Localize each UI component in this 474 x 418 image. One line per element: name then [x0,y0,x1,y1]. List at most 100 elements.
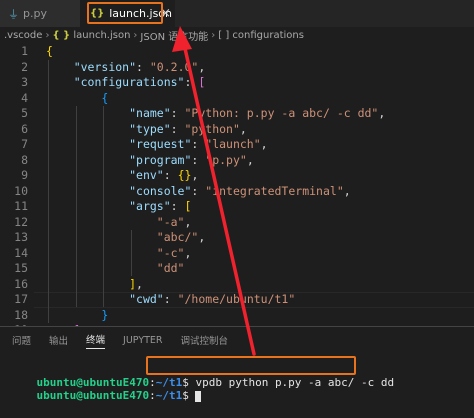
code-token: , [184,245,192,260]
code-token: "python" [184,121,240,136]
code-token: "-a" [156,214,185,229]
code-token: : [170,199,185,213]
json-braces-icon: { } [52,30,71,41]
terminal-line[interactable]: ubuntu@ubuntuE470:~/t1$ [10,376,202,415]
code-token: , [198,230,206,244]
code-token: "dd" [156,261,185,275]
code-line: "args": [ [46,199,385,215]
code-token: : [136,59,150,74]
panel-tab[interactable]: 问题 [12,333,31,347]
panel-tab[interactable]: 终端 [86,332,106,349]
code-token: : [191,137,206,151]
line-number: 5 [21,106,28,120]
line-number: 7 [21,137,28,151]
code-token: , [198,59,206,74]
code-token: : [184,75,199,89]
code-token: "name" [129,106,171,120]
breadcrumb-folder[interactable]: .vscode [4,30,42,41]
code-token: , [378,106,386,120]
code-line: { [46,44,385,60]
line-number: 14 [14,245,28,260]
breadcrumb-section[interactable]: JSON 语言功能 [140,28,208,43]
code-token: : [170,106,185,120]
panel-tab[interactable]: 输出 [49,333,68,347]
line-number: 9 [21,168,28,182]
code-token: { [101,90,109,105]
line-number: 3 [21,75,28,89]
line-number: 13 [14,230,28,244]
line-number: 11 [14,199,28,213]
code-token: "/home/ubuntu/t1" [177,292,296,306]
code-token: { [46,44,53,58]
line-number: 8 [21,152,28,167]
code-token: [ [184,199,192,213]
line-number: 10 [14,183,28,198]
code-line: "env": {}, [46,168,385,184]
panel-tab[interactable]: JUPYTER [123,335,162,346]
terminal-command: vpdb python p.py -a abc/ -c dd [195,376,395,389]
code-token: "launch" [205,137,261,151]
code-token: "env" [129,168,164,182]
code-token: "configurations" [73,75,185,89]
code-token: , [246,152,254,167]
terminal-cursor [195,390,202,402]
code-token: : [191,183,206,198]
code-line: "cwd": "/home/ubuntu/t1" [46,292,385,308]
code-token: , [184,214,192,229]
code-token: , [343,183,351,198]
code-lines[interactable]: { "version": "0.2.0", "configurations": … [46,44,385,354]
line-number: 16 [14,276,28,291]
breadcrumb-file[interactable]: launch.json [73,30,130,41]
tab-p-py[interactable]: ⏚ p.py [0,0,80,27]
code-line: "type": "python", [46,122,385,138]
code-token: "Python: p.py -a abc/ -c dd" [184,106,379,120]
line-number: 12 [14,214,28,229]
code-line: "-a", [46,215,385,231]
breadcrumb: .vscode › { } launch.json › JSON 语言功能 › … [0,27,474,44]
code-token: "args" [129,199,171,213]
code-token: ] [129,276,137,291]
code-line: ], [46,277,385,293]
code-token: , [260,137,268,151]
code-token: "cwd" [129,292,164,306]
tab-label: p.py [23,7,47,20]
line-number: 15 [14,261,28,275]
editor-tab-bar: ⏚ p.py {} launch.json × [0,0,474,27]
python-file-icon: ⏚ [8,7,19,21]
terminal-prompt: $ [182,389,196,402]
code-line: "dd" [46,261,385,277]
terminal-user: ubuntu@ubuntuE470 [36,389,150,402]
line-number: 6 [21,121,28,136]
breadcrumb-node[interactable]: configurations [232,30,304,41]
code-token: , [136,276,143,291]
code-token: "version" [73,59,137,74]
code-line: "name": "Python: p.py -a abc/ -c dd", [46,106,385,122]
terminal-sep: : [149,389,156,402]
chevron-right-icon: › [45,30,50,41]
code-token: "console" [129,183,192,198]
chevron-right-icon: › [211,30,216,41]
code-line: "console": "integratedTerminal", [46,184,385,200]
code-token: : [163,168,178,182]
code-token: : [191,152,206,167]
code-editor[interactable]: 1234567891011121314151617181920 { "versi… [0,44,474,353]
panel-tab[interactable]: 调试控制台 [181,333,229,347]
array-brackets-icon: [ ] [218,30,230,41]
line-number: 1 [21,44,28,58]
code-token: } [101,307,109,322]
code-token: "p.py" [205,152,247,167]
code-token: : [170,121,185,136]
line-number: 18 [14,307,28,322]
line-number: 2 [21,59,28,74]
